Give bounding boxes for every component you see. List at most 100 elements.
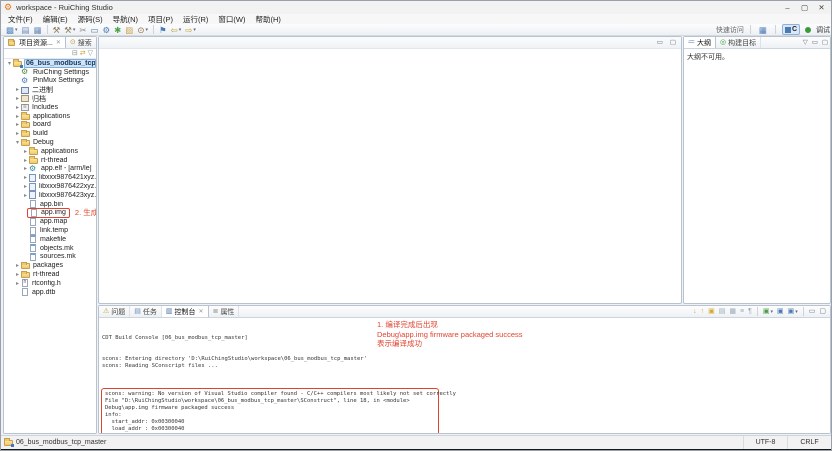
terminal-icon[interactable]: ▭ (90, 24, 100, 35)
maximize-window-button[interactable]: ▢ (796, 2, 813, 14)
close-icon[interactable]: ✕ (56, 39, 61, 46)
link-with-editor-icon[interactable]: ⇄ (80, 49, 86, 58)
collapsed-arrow-icon[interactable]: ▸ (22, 183, 29, 190)
tree-item-board[interactable]: ▸ board (4, 120, 96, 130)
open-console-icon[interactable]: ▣ ▾ (762, 306, 774, 317)
tree-item-includes[interactable]: ▸ Includes (4, 103, 96, 112)
new-console-view-icon[interactable]: ▣ ▾ (787, 306, 799, 317)
tab-outline[interactable]: ≔ 大纲 (684, 37, 716, 48)
forward-icon[interactable]: ⇨ ▾ (184, 24, 197, 35)
word-wrap-icon[interactable]: ¶ (747, 306, 753, 317)
collapsed-arrow-icon[interactable]: ▸ (14, 113, 21, 120)
c-perspective-button[interactable]: C (781, 24, 800, 35)
tree-item-app.elf---arm-le-[interactable]: ▸ app.elf - [arm/le] (4, 164, 96, 174)
collapsed-arrow-icon[interactable]: ▸ (14, 104, 21, 111)
collapsed-arrow-icon[interactable]: ▸ (22, 148, 29, 155)
console-tab-任务[interactable]: ▤ 任务 (130, 306, 162, 317)
tree-item-debug[interactable]: ▾ Debug (4, 138, 96, 147)
status-line-ending[interactable]: CRLF (787, 436, 831, 449)
tree-item-rt-thread[interactable]: ▸ rt-thread (4, 270, 96, 279)
close-window-button[interactable]: ✕ (813, 2, 830, 14)
tab-project-explorer[interactable]: 项目资源... ✕ (4, 37, 66, 48)
tree-item-link.temp[interactable]: link.temp (4, 226, 96, 235)
tree-item-sources.mk[interactable]: sources.mk (4, 252, 96, 262)
open-perspective-icon[interactable]: ▦ (758, 24, 768, 35)
tree-item-objects.mk[interactable]: objects.mk (4, 244, 96, 253)
expanded-arrow-icon[interactable]: ▾ (14, 139, 21, 146)
menu-item-1[interactable]: 编辑(E) (38, 14, 73, 25)
maximize-view-icon[interactable]: ▢ (668, 37, 678, 49)
menu-item-2[interactable]: 源码(S) (73, 14, 108, 25)
collapsed-arrow-icon[interactable]: ▸ (14, 262, 21, 269)
collapsed-arrow-icon[interactable]: ▸ (14, 271, 21, 278)
menu-item-3[interactable]: 导航(N) (108, 14, 143, 25)
tree-item--[interactable]: ▸ 归档 (4, 94, 96, 103)
tree-item-applications[interactable]: ▸ applications (4, 147, 96, 156)
maximize-view-icon[interactable]: ▢ (820, 37, 830, 48)
menu-item-0[interactable]: 文件(F) (3, 14, 38, 25)
back-icon[interactable]: ⇦ ▾ (170, 24, 183, 35)
minimize-view-icon[interactable]: ▭ (810, 37, 820, 48)
tree-item-libxxx9876422xyz.a[interactable]: ▸ libxxx9876422xyz.a (4, 182, 96, 191)
tree-item-06_bus_modbus_tcp_master[interactable]: ▾ 06_bus_modbus_tcp_master (4, 59, 96, 68)
tree-item-rtconfig.h[interactable]: ▸ rtconfig.h (4, 279, 96, 288)
maximize-view-icon[interactable]: ▢ (818, 306, 827, 317)
cut-icon[interactable]: ✂ (78, 24, 87, 35)
previous-annotation-icon[interactable]: ↑ (700, 306, 706, 317)
minimize-view-icon[interactable]: ▭ (808, 306, 817, 317)
console-tab-属性[interactable]: ≣ 属性 (209, 306, 240, 317)
collapsed-arrow-icon[interactable]: ▸ (14, 95, 21, 102)
collapsed-arrow-icon[interactable]: ▸ (22, 165, 29, 172)
pin-console-icon[interactable]: ▤ (718, 306, 727, 317)
tree-item-packages[interactable]: ▸ packages (4, 261, 96, 270)
run-external-tools-icon[interactable]: ✱ (113, 24, 122, 35)
tree-item-libxxx9876423xyz.a[interactable]: ▸ libxxx9876423xyz.a (4, 191, 96, 200)
tree-item-build[interactable]: ▸ build (4, 129, 96, 138)
view-menu-icon[interactable]: ▽ (801, 37, 810, 48)
tree-item-applications[interactable]: ▸ applications (4, 112, 96, 121)
knowledge-center-icon[interactable]: ⚑ (158, 24, 168, 35)
next-annotation-icon[interactable]: ↓ (692, 306, 698, 317)
clear-console-icon[interactable]: ▦ (728, 306, 737, 317)
close-icon[interactable]: ✕ (199, 308, 204, 315)
quick-access-button[interactable]: 快速访问 (716, 25, 744, 35)
settings-gear-icon[interactable]: ⚙ (102, 24, 112, 35)
tree-item-app.img[interactable]: app.img 2. 生成 app.img (4, 207, 96, 218)
display-selected-console-icon[interactable]: ▣ (776, 306, 785, 317)
status-encoding[interactable]: UTF-8 (743, 436, 787, 449)
new-wizard-icon[interactable]: ▩ ▾ (5, 24, 19, 35)
menu-item-7[interactable]: 帮助(H) (251, 14, 286, 25)
tree-item-rt-thread[interactable]: ▸ rt-thread (4, 156, 96, 165)
tree-item-app.dtb[interactable]: app.dtb (4, 288, 96, 297)
menu-item-6[interactable]: 窗口(W) (213, 14, 250, 25)
tree-item-makefile[interactable]: makefile (4, 235, 96, 244)
tree-item--[interactable]: ▸ 二进制 (4, 85, 96, 94)
search-icon[interactable]: ⊙ ▾ (136, 24, 149, 35)
collapsed-arrow-icon[interactable]: ▸ (22, 174, 29, 181)
expanded-arrow-icon[interactable]: ▾ (6, 60, 13, 67)
build-icon[interactable]: ⚒ (52, 24, 62, 35)
collapsed-arrow-icon[interactable]: ▸ (22, 192, 29, 199)
console-tab-问题[interactable]: ⚠ 问题 (99, 306, 131, 317)
tree-item-app.map[interactable]: app.map (4, 217, 96, 226)
tab-search[interactable]: ⊙ 搜索 (66, 37, 96, 48)
build-config-icon[interactable]: ⚒ ▾ (63, 24, 76, 35)
minimize-window-button[interactable]: – (779, 2, 796, 14)
collapse-all-icon[interactable]: ⊟ (72, 49, 78, 58)
collapsed-arrow-icon[interactable]: ▸ (14, 280, 21, 287)
scroll-lock-icon[interactable]: ≡ (739, 306, 745, 317)
minimize-view-icon[interactable]: ▭ (655, 37, 665, 49)
console-tab-控制台[interactable]: ▥ 控制台 ✕ (161, 306, 209, 317)
open-resource-icon[interactable]: ▨ (124, 24, 134, 35)
collapsed-arrow-icon[interactable]: ▸ (14, 121, 21, 128)
save-icon[interactable]: ▤ (21, 24, 31, 35)
tab-build-targets[interactable]: ◎ 构建目标 (716, 37, 762, 48)
menu-item-4[interactable]: 项目(P) (143, 14, 178, 25)
menu-item-5[interactable]: 运行(R) (178, 14, 213, 25)
tree-item-ruiching-settings[interactable]: RuiChing Settings (4, 67, 96, 77)
collapsed-arrow-icon[interactable]: ▸ (14, 130, 21, 137)
collapsed-arrow-icon[interactable]: ▸ (14, 86, 21, 93)
show-console-on-output-icon[interactable]: ▣ (707, 306, 716, 317)
debug-perspective-button[interactable] (804, 24, 812, 35)
save-all-icon[interactable]: ▦ (33, 24, 43, 35)
